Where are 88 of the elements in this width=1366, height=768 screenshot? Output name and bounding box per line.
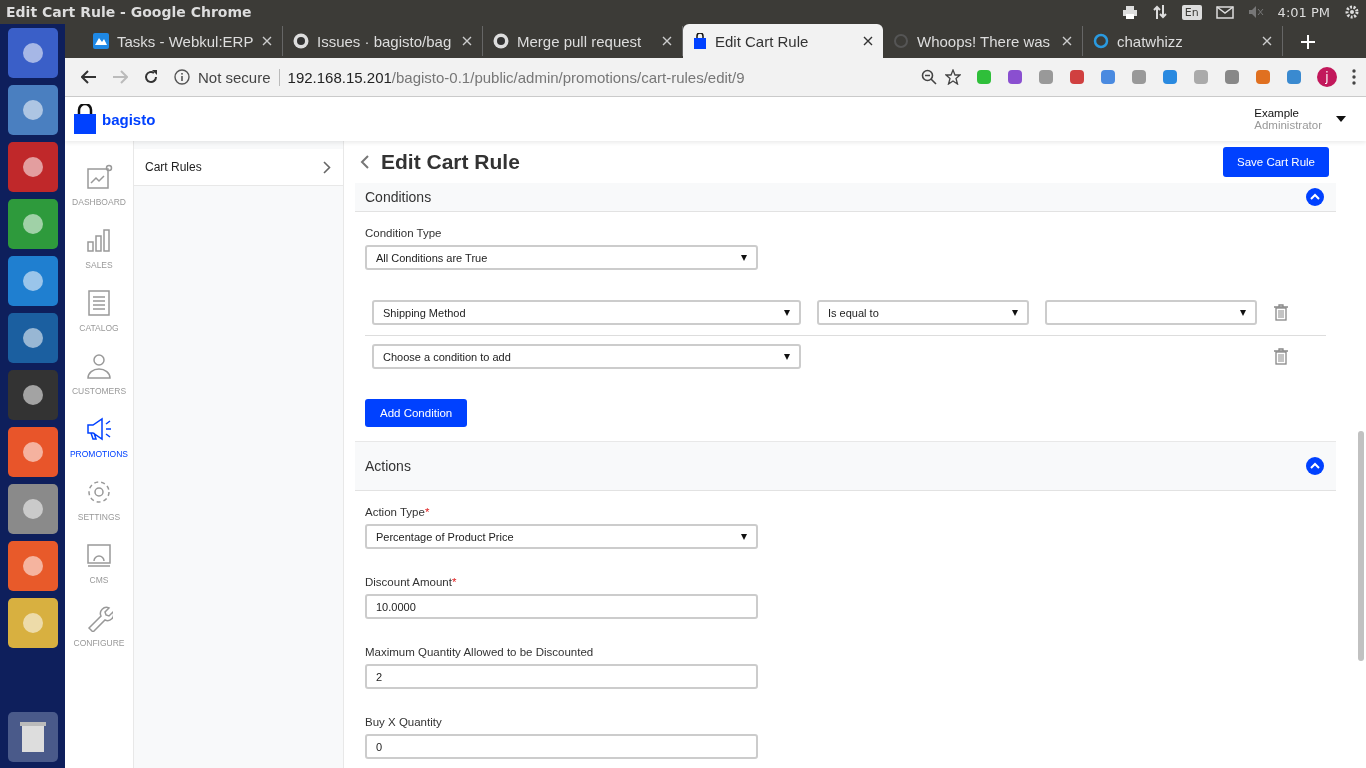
page-title: Edit Cart Rule xyxy=(381,150,520,174)
browser-tab[interactable]: Edit Cart Rule xyxy=(683,24,883,58)
app-launcher-icon[interactable] xyxy=(7,142,58,192)
collapse-icon[interactable] xyxy=(1306,457,1324,475)
chevron-right-icon xyxy=(323,160,331,174)
logo-text[interactable]: bagisto xyxy=(102,110,156,128)
app-launcher-icon[interactable] xyxy=(7,28,58,78)
app-launcher-icon[interactable] xyxy=(7,541,58,591)
network-icon[interactable] xyxy=(1151,4,1168,20)
browser-tab[interactable]: Issues · bagisto/bag xyxy=(283,26,483,56)
extension-icon[interactable] xyxy=(1069,69,1085,85)
section-title: Actions xyxy=(365,458,411,474)
gear-icon xyxy=(85,478,113,506)
person-icon xyxy=(85,352,113,380)
select-field[interactable] xyxy=(1045,300,1257,325)
app-launcher-icon[interactable] xyxy=(7,370,58,420)
extension-icon[interactable] xyxy=(1255,69,1271,85)
field-label: Condition Type xyxy=(365,227,443,239)
nav-item[interactable]: PROMOTIONS xyxy=(69,415,129,459)
caret-icon[interactable] xyxy=(1336,116,1346,122)
app-launcher-icon[interactable] xyxy=(7,313,58,363)
select-field[interactable]: Shipping Method xyxy=(372,300,801,325)
collapse-icon[interactable] xyxy=(1306,188,1324,206)
app-launcher-icon[interactable] xyxy=(7,484,58,534)
profile-avatar[interactable]: j xyxy=(1317,67,1337,87)
back-chevron-icon[interactable] xyxy=(360,155,369,169)
extension-icon[interactable] xyxy=(1038,69,1054,85)
field-label: Action Type* xyxy=(365,506,431,518)
printer-icon[interactable] xyxy=(1121,5,1138,19)
scrollbar-thumb[interactable] xyxy=(1358,431,1364,661)
chart-icon xyxy=(85,163,113,191)
bag-icon[interactable] xyxy=(73,104,97,134)
select-field[interactable]: Percentage of Product Price xyxy=(365,524,758,549)
extension-icon[interactable] xyxy=(1286,69,1302,85)
url-text[interactable]: 192.168.15.201/bagisto-0.1/public/admin/promotions/cart-rules/edit/9 xyxy=(287,68,745,86)
extension-icon[interactable] xyxy=(1131,69,1147,85)
info-icon[interactable] xyxy=(174,69,190,85)
add-condition-button[interactable]: Add Condition xyxy=(365,399,468,427)
gear-icon[interactable] xyxy=(1344,4,1360,20)
app-launcher-icon[interactable] xyxy=(7,427,58,477)
speaker-muted-icon[interactable] xyxy=(1247,5,1264,19)
user-role: Administrator xyxy=(1254,119,1322,131)
app-launcher-icon[interactable] xyxy=(7,85,58,135)
browser-tab[interactable]: chatwhizz xyxy=(1083,26,1283,56)
back-arrow-icon[interactable] xyxy=(81,69,97,85)
select-field[interactable]: All Conditions are True xyxy=(365,245,758,270)
extension-icon[interactable] xyxy=(1100,69,1116,85)
input-field[interactable]: 0 xyxy=(365,734,758,759)
chat-bubble-icon xyxy=(1093,33,1109,49)
field-label: Maximum Quantity Allowed to be Discounted xyxy=(365,646,595,658)
security-status[interactable]: Not secure xyxy=(198,68,280,86)
mail-icon[interactable] xyxy=(1215,5,1234,19)
zoom-icon[interactable] xyxy=(921,69,937,85)
megaphone-icon xyxy=(85,415,113,443)
input-field[interactable]: 2 xyxy=(365,664,758,689)
extension-icon[interactable] xyxy=(1224,69,1240,85)
section-title: Conditions xyxy=(365,189,432,205)
trash-icon[interactable] xyxy=(7,712,58,762)
input-field[interactable]: 10.0000 xyxy=(365,594,758,619)
subnav-item[interactable]: Cart Rules xyxy=(134,149,343,186)
user-name[interactable]: Example xyxy=(1254,107,1322,119)
more-menu-icon[interactable] xyxy=(1352,69,1356,85)
document-icon xyxy=(85,289,113,317)
new-tab-icon[interactable] xyxy=(1301,35,1315,49)
select-field[interactable]: Is equal to xyxy=(817,300,1029,325)
star-icon[interactable] xyxy=(945,69,961,85)
field-label: Discount Amount* xyxy=(365,576,458,588)
app-launcher-icon[interactable] xyxy=(7,199,58,249)
wrench-icon xyxy=(85,604,113,632)
extension-icon[interactable] xyxy=(1007,69,1023,85)
mountain-icon xyxy=(93,33,109,49)
bag-icon xyxy=(693,33,707,49)
browser-tab[interactable]: Tasks - Webkul:ERP xyxy=(83,26,283,56)
app-launcher-icon[interactable] xyxy=(7,598,58,648)
select-field[interactable]: Choose a condition to add xyxy=(372,344,801,369)
loading-spinner-icon xyxy=(893,33,909,49)
close-icon[interactable] xyxy=(863,36,873,46)
keyboard-layout-indicator[interactable]: En xyxy=(1181,4,1202,20)
window-title: Edit Cart Rule - Google Chrome xyxy=(6,4,252,20)
browser-tab[interactable]: Whoops! There was xyxy=(883,26,1083,56)
clock[interactable]: 4:01 PM xyxy=(1277,4,1330,20)
monitor-icon xyxy=(85,541,113,569)
bar-chart-icon xyxy=(85,226,113,254)
extension-icon[interactable] xyxy=(1162,69,1178,85)
save-button[interactable]: Save Cart Rule xyxy=(1223,147,1329,177)
app-launcher-icon[interactable] xyxy=(7,256,58,306)
field-label: Buy X Quantity xyxy=(365,716,443,728)
reload-icon[interactable] xyxy=(143,69,159,85)
